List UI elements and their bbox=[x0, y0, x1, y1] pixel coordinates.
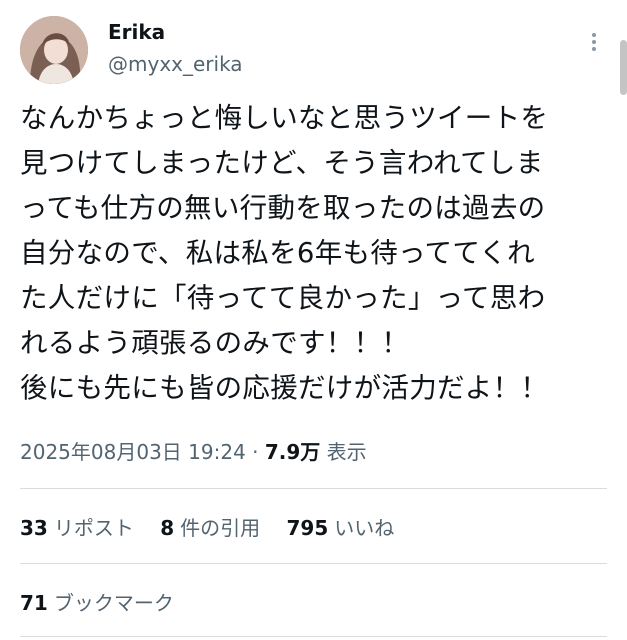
bookmarks-stat[interactable]: 71 ブックマーク bbox=[20, 587, 174, 616]
views-count: 7.9万 bbox=[264, 440, 321, 464]
tweet-text: なんかちょっと悔しいなと思うツイートを 見つけてしまったけど、そう言われてしま … bbox=[20, 102, 549, 404]
bookmarks-stat-row: 71 ブックマーク bbox=[20, 587, 194, 616]
quotes-stat[interactable]: 8 件の引用 bbox=[160, 512, 260, 541]
reposts-stat[interactable]: 33 リポスト bbox=[20, 512, 134, 541]
bookmarks-count: 71 bbox=[20, 591, 48, 615]
reposts-count: 33 bbox=[20, 516, 48, 540]
divider bbox=[20, 563, 607, 564]
quotes-count: 8 bbox=[160, 516, 175, 540]
scrollbar[interactable] bbox=[620, 40, 627, 95]
likes-count: 795 bbox=[286, 516, 329, 540]
avatar-image bbox=[20, 16, 88, 84]
divider bbox=[20, 636, 607, 637]
display-name[interactable]: Erika bbox=[108, 20, 165, 44]
more-vertical-icon bbox=[583, 33, 605, 51]
divider bbox=[20, 488, 607, 489]
avatar[interactable] bbox=[20, 16, 88, 84]
engagement-stats: 33 リポスト 8 件の引用 795 いいね bbox=[20, 512, 414, 541]
bookmarks-label: ブックマーク bbox=[53, 591, 174, 615]
likes-label: いいね bbox=[334, 516, 395, 540]
more-options-button[interactable] bbox=[583, 30, 605, 54]
views-label: 表示 bbox=[326, 440, 367, 464]
likes-stat[interactable]: 795 いいね bbox=[286, 512, 394, 541]
meta-separator: · bbox=[252, 440, 259, 464]
timestamp[interactable]: 2025年08月03日 19:24 bbox=[20, 440, 246, 464]
quotes-label: 件の引用 bbox=[180, 516, 261, 540]
user-handle[interactable]: @myxx_erika bbox=[108, 52, 243, 76]
tweet-meta: 2025年08月03日 19:24 · 7.9万 表示 bbox=[20, 436, 367, 465]
reposts-label: リポスト bbox=[53, 516, 134, 540]
